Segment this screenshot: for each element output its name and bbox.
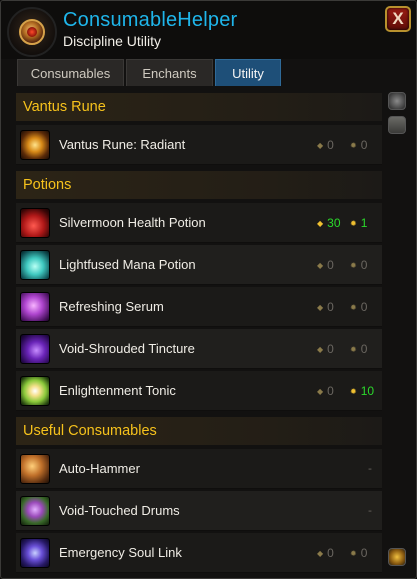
count-a: ◆ 0 [317,300,334,314]
quality-star-icon: ✹ [350,219,357,228]
list-item[interactable]: Void-Shrouded Tincture ◆ 0 ✹ 0 [16,329,382,369]
count-b: ✹ 0 [350,300,368,314]
quality-star-icon: ✹ [350,549,357,558]
scrollbar-thumb[interactable] [388,116,406,134]
count-b: ✹ 1 [350,216,368,230]
count-a: ◆ 0 [317,384,334,398]
count-b: ✹ 0 [350,342,368,356]
quality-star-icon: ◆ [317,303,324,312]
count-b: ✹ 0 [350,546,368,560]
count-a: ◆ 0 [317,138,334,152]
tonic-icon [20,376,50,406]
addon-portrait-icon [7,7,57,57]
item-name: Silvermoon Health Potion [59,215,206,230]
quality-star-icon: ✹ [350,141,357,150]
tincture-icon [20,334,50,364]
list-item[interactable]: Void-Touched Drums - [16,491,382,531]
item-name: Vantus Rune: Radiant [59,137,186,152]
item-name: Void-Shrouded Tincture [59,341,195,356]
quality-star-icon: ✹ [350,387,357,396]
list-item[interactable]: Silvermoon Health Potion ◆ 30 ✹ 1 [16,203,382,243]
quality-star-icon: ✹ [350,261,357,270]
list-item[interactable]: Auto-Hammer - [16,449,382,489]
item-name: Refreshing Serum [59,299,164,314]
item-count: - [368,462,372,475]
count-a: ◆ 30 [317,216,341,230]
quality-star-icon: ◆ [317,219,324,228]
health-potion-icon [20,208,50,238]
quality-star-icon: ✹ [350,303,357,312]
mana-potion-icon [20,250,50,280]
hammer-icon [20,454,50,484]
quality-star-icon: ◆ [317,141,324,150]
quality-star-icon: ◆ [317,387,324,396]
count-a: ◆ 0 [317,342,334,356]
count-b: ✹ 0 [350,138,368,152]
count-a: ◆ 0 [317,258,334,272]
vantus-rune-icon [20,130,50,160]
list-item[interactable]: Lightfused Mana Potion ◆ 0 ✹ 0 [16,245,382,285]
app-subtitle: Discipline Utility [63,33,162,49]
consumable-list: Vantus Rune Vantus Rune: Radiant ◆ 0 ✹ 0 P… [16,93,382,578]
section-header-useful-consumables: Useful Consumables [16,417,382,445]
list-item[interactable]: Refreshing Serum ◆ 0 ✹ 0 [16,287,382,327]
item-count: - [368,504,372,517]
tab-consumables[interactable]: Consumables [17,59,124,86]
quality-star-icon: ◆ [317,261,324,270]
section-header-potions: Potions [16,171,382,199]
item-name: Auto-Hammer [59,461,140,476]
count-b: ✹ 0 [350,258,368,272]
tab-utility[interactable]: Utility [215,59,281,86]
serum-icon [20,292,50,322]
item-name: Void-Touched Drums [59,503,180,518]
consumable-helper-window: ConsumableHelper Discipline Utility X Co… [0,0,417,579]
item-name: Lightfused Mana Potion [59,257,196,272]
item-name: Emergency Soul Link [59,545,182,560]
soul-link-icon [20,538,50,568]
list-item[interactable]: Enlightenment Tonic ◆ 0 ✹ 10 [16,371,382,411]
app-title: ConsumableHelper [63,9,238,31]
tab-enchants[interactable]: Enchants [126,59,213,86]
count-a: ◆ 0 [317,546,334,560]
scroll-down-button[interactable] [388,548,406,566]
list-item[interactable]: Emergency Soul Link ◆ 0 ✹ 0 [16,533,382,573]
drums-icon [20,496,50,526]
count-b: ✹ 10 [350,384,375,398]
window-header: ConsumableHelper Discipline Utility X [1,1,416,59]
close-button[interactable]: X [385,6,411,32]
quality-star-icon: ◆ [317,549,324,558]
section-header-vantus-rune: Vantus Rune [16,93,382,121]
scroll-up-button[interactable] [388,92,406,110]
quality-star-icon: ✹ [350,345,357,354]
item-name: Enlightenment Tonic [59,383,176,398]
list-item[interactable]: Vantus Rune: Radiant ◆ 0 ✹ 0 [16,125,382,165]
quality-star-icon: ◆ [317,345,324,354]
